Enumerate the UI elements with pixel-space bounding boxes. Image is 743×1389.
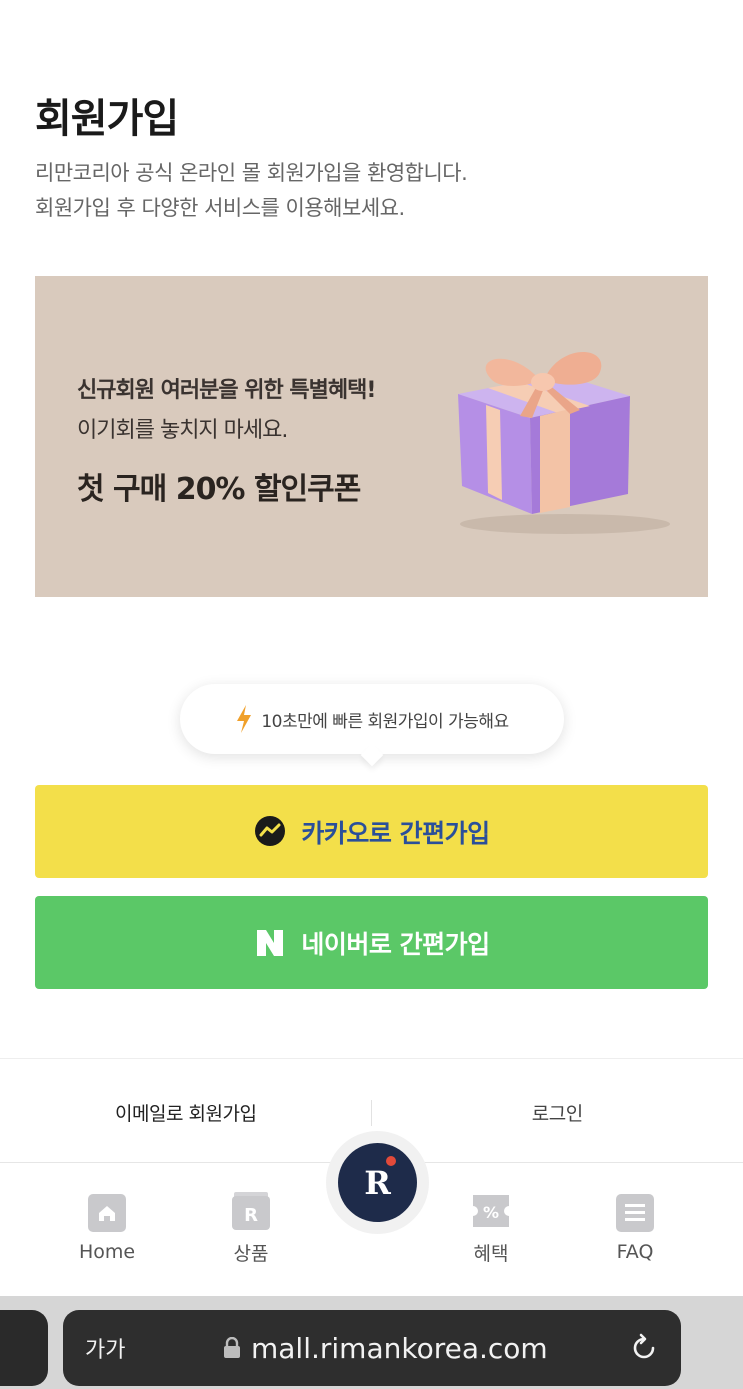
faq-icon [616, 1194, 654, 1232]
svg-text:%: % [483, 1203, 499, 1222]
coupon-icon: % [473, 1195, 509, 1227]
kakao-signup-label: 카카오로 간편가입 [301, 818, 490, 848]
nav-item-home[interactable]: Home [47, 1193, 167, 1263]
browser-tab-stub[interactable] [0, 1310, 48, 1386]
subtitle-line: 회원가입 후 다양한 서비스를 이용해보세요. [35, 196, 405, 220]
text-size-button[interactable]: 가가 [85, 1332, 125, 1364]
url-display: mall.rimankorea.com [223, 1332, 548, 1365]
naver-signup-label: 네이버로 간편가입 [301, 929, 490, 959]
reload-icon[interactable] [629, 1333, 659, 1363]
svg-text:R: R [244, 1205, 258, 1226]
riman-home-button[interactable]: R [338, 1143, 417, 1222]
banner-subtext: 이기회를 놓치지 마세요. [77, 418, 288, 443]
lightning-icon [237, 705, 252, 733]
product-icon: R [232, 1192, 270, 1230]
nav-label-benefits: 혜택 [473, 1243, 509, 1265]
kakao-signup-button[interactable]: 카카오로 간편가입 [35, 785, 708, 878]
url-text: mall.rimankorea.com [251, 1331, 548, 1365]
address-bar[interactable]: 가가 mall.rimankorea.com [63, 1310, 681, 1386]
nav-item-benefits[interactable]: % 혜택 [431, 1191, 551, 1266]
login-link[interactable]: 로그인 [372, 1062, 743, 1162]
naver-n-icon [257, 929, 284, 956]
naver-signup-button[interactable]: 네이버로 간편가입 [35, 896, 708, 989]
page-title: 회원가입 [35, 96, 179, 142]
banner-headline: 신규회원 여러분을 위한 특별혜택! [77, 378, 376, 403]
page-subtitle: 리만코리아 공식 온라인 몰 회원가입을 환영합니다. 회원가입 후 다양한 서… [35, 156, 468, 226]
signup-speed-tooltip: 10초만에 빠른 회원가입이 가능해요 [180, 684, 564, 754]
home-icon [88, 1194, 126, 1232]
notification-dot [386, 1156, 396, 1166]
subtitle-line: 리만코리아 공식 온라인 몰 회원가입을 환영합니다. [35, 161, 468, 185]
nav-label-products: 상품 [233, 1243, 269, 1265]
gift-box-icon [458, 351, 670, 534]
nav-item-products[interactable]: R 상품 [191, 1191, 311, 1266]
email-signup-link[interactable]: 이메일로 회원가입 [0, 1062, 372, 1162]
nav-label-home: Home [78, 1241, 136, 1263]
promo-banner[interactable]: 신규회원 여러분을 위한 특별혜택! 이기회를 놓치지 마세요. 첫 구매 20… [35, 276, 708, 597]
link-separator [371, 1100, 372, 1126]
nav-label-faq: FAQ [616, 1241, 654, 1263]
kakao-messenger-icon [255, 815, 286, 846]
nav-item-faq[interactable]: FAQ [575, 1193, 695, 1263]
divider [0, 1058, 743, 1059]
tooltip-text: 10초만에 빠른 회원가입이 가능해요 [261, 711, 509, 732]
banner-coupon-text: 첫 구매 20% 할인쿠폰 [77, 472, 361, 507]
lock-icon [224, 1337, 240, 1358]
